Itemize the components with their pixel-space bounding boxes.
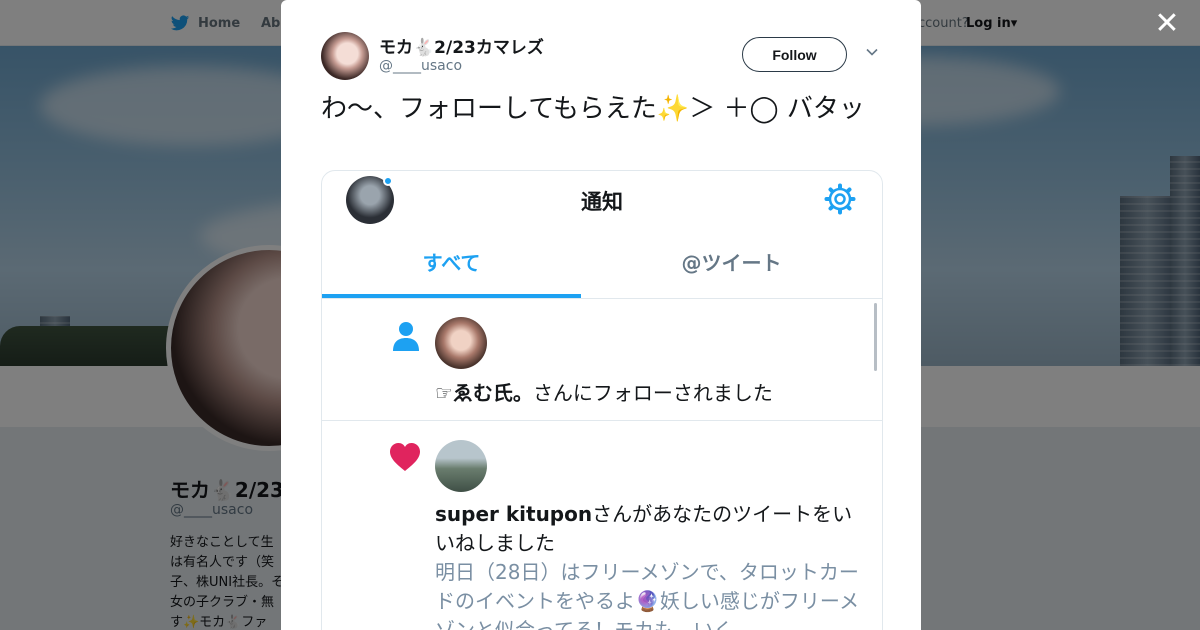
close-icon[interactable]: ✕ xyxy=(1154,9,1180,39)
author-avatar[interactable] xyxy=(321,32,369,80)
author-name[interactable]: モカ🐇2/23カマレズ xyxy=(379,33,544,58)
notifications-header: 通知 xyxy=(322,171,882,229)
gear-icon xyxy=(824,183,856,215)
tweet-media-screenshot[interactable]: 通知 すべて @ツイート ☞ゑむ氏。さんにフォローされました super kit… xyxy=(321,170,883,630)
liker-avatar xyxy=(435,440,487,492)
like-notification-text: super kituponさんがあなたのツイートをいいねしました xyxy=(435,502,853,555)
notification-item: super kituponさんがあなたのツイートをいいねしました 明日（28日）… xyxy=(322,422,882,630)
chevron-down-icon[interactable] xyxy=(865,45,879,59)
person-icon xyxy=(393,322,419,351)
tab-all: すべて xyxy=(422,251,481,275)
scrollbar xyxy=(874,303,877,371)
tweet-modal: モカ🐇2/23カマレズ @____usaco Follow わ〜、フォローしても… xyxy=(281,0,921,630)
follow-button[interactable]: Follow xyxy=(742,37,847,72)
notifications-title: 通知 xyxy=(581,190,623,214)
tweet-text: わ〜、フォローしてもらえた✨＞ ＋◯ バタッ xyxy=(321,94,865,124)
author-handle[interactable]: @____usaco xyxy=(379,58,462,74)
follower-avatar xyxy=(435,317,487,369)
heart-icon xyxy=(390,443,420,471)
liked-tweet-quote: 明日（28日）はフリーメゾンで、タロットカードのイベントをやるよ🔮妖しい感じがフ… xyxy=(435,560,860,630)
follow-notification-text: ☞ゑむ氏。さんにフォローされました xyxy=(435,381,773,405)
unread-dot xyxy=(383,176,393,186)
notification-item: ☞ゑむ氏。さんにフォローされました xyxy=(322,299,882,421)
tab-mentions: @ツイート xyxy=(681,251,782,275)
